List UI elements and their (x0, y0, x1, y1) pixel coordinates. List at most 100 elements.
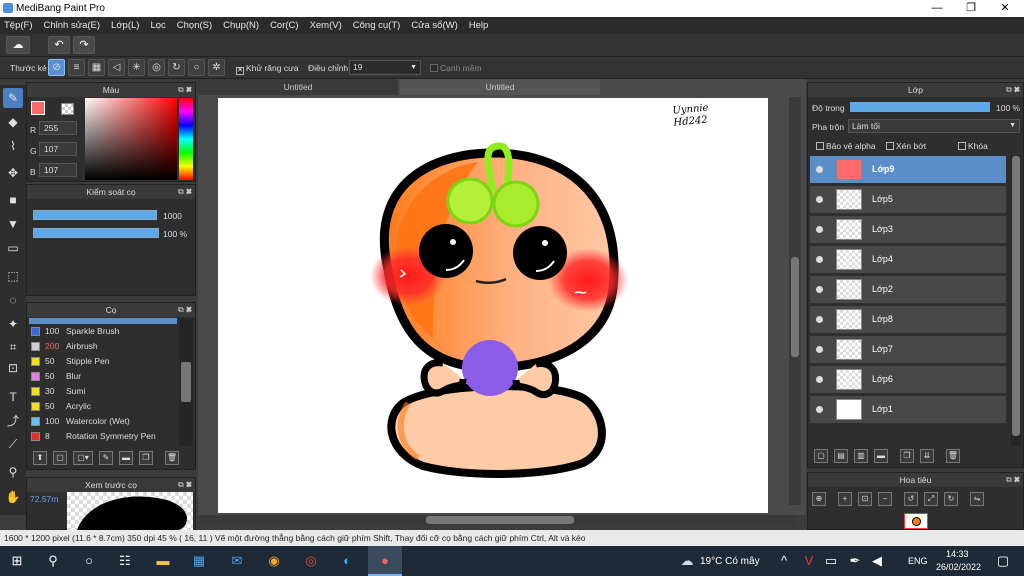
menu-view[interactable]: Xem(V) (310, 20, 342, 31)
scrollbar-thumb[interactable] (181, 362, 191, 402)
concentric-ruler-icon[interactable]: ◎ (148, 59, 165, 76)
new-halftone-layer-icon[interactable]: ▤ (834, 449, 848, 463)
store-icon[interactable]: ▦ (190, 552, 208, 570)
layer-row[interactable]: Lớp9 (810, 156, 1006, 184)
volume-icon[interactable]: ◀ (868, 552, 886, 570)
language-indicator[interactable]: ENG (908, 556, 928, 566)
soft-edge-option[interactable]: Cạnh mềm (430, 63, 482, 73)
gradient-tool-icon[interactable]: ▭ (3, 238, 23, 258)
protect-alpha-option[interactable]: Bảo vệ alpha (816, 141, 876, 151)
bucket-tool-icon[interactable]: ▼ (3, 214, 23, 234)
eraser-tool-icon[interactable]: ◆ (3, 112, 23, 132)
layer-row[interactable]: Lớp2 (810, 276, 1006, 304)
layer-opacity-slider[interactable] (850, 102, 990, 112)
layer-row[interactable]: Lớp8 (810, 306, 1006, 334)
brush-item[interactable]: 30 Sumi (29, 384, 177, 399)
blend-mode-select[interactable]: Làm tối ▼ (848, 119, 1020, 133)
network-icon[interactable]: ▭ (822, 552, 840, 570)
pen-icon[interactable]: ✒ (846, 552, 864, 570)
menu-help[interactable]: Help (469, 20, 489, 31)
visibility-icon[interactable] (816, 166, 823, 173)
eyedropper-tool-icon[interactable]: ⚲ (3, 462, 23, 482)
medibang-taskbar-item[interactable]: ● (368, 546, 402, 576)
ruler-off-icon[interactable]: ⊘ (48, 59, 65, 76)
actual-size-icon[interactable]: ⊡ (858, 492, 872, 506)
layer-row[interactable]: Lớp5 (810, 186, 1006, 214)
g-input[interactable]: 107 (39, 142, 77, 156)
panel-buttons-icon[interactable]: ⧉ ✖ (1006, 83, 1020, 97)
windows-start-icon[interactable]: ⊞ (8, 552, 26, 570)
layer-row[interactable]: Lớp6 (810, 366, 1006, 394)
layer-folder-icon[interactable]: ▬ (874, 449, 888, 463)
panel-buttons-icon[interactable]: ⧉ ✖ (178, 478, 192, 492)
brush-item[interactable]: 200 Airbrush (29, 339, 177, 354)
menu-tools[interactable]: Công cụ(T) (353, 20, 401, 31)
visibility-icon[interactable] (816, 316, 823, 323)
file-explorer-icon[interactable]: ▬ (154, 552, 172, 570)
zoom-icon[interactable]: ⊕ (812, 492, 826, 506)
select-eraser-icon[interactable]: ⊡ (3, 358, 23, 378)
protect-alpha-checkbox[interactable] (816, 142, 824, 150)
brush-item[interactable]: 50 Acrylic (29, 399, 177, 414)
weather-text[interactable]: 19°C Có mây (700, 556, 760, 567)
select-pen-icon[interactable]: ⌗ (3, 337, 23, 357)
brush-size-slider[interactable] (33, 210, 157, 220)
hand-tool-icon[interactable]: ✋ (3, 487, 23, 507)
visibility-icon[interactable] (816, 376, 823, 383)
close-button[interactable]: ✕ (988, 0, 1022, 17)
antialias-option[interactable]: ✕ Khử răng cưa (236, 63, 299, 75)
operation-tool-icon[interactable]: ⤴ (3, 411, 23, 431)
clock-time[interactable]: 14:33 (946, 549, 969, 559)
panel-buttons-icon[interactable]: ⧉ ✖ (178, 185, 192, 199)
cloud-brush-icon[interactable]: ⬆ (33, 451, 47, 465)
redo-icon[interactable]: ↷ (73, 36, 95, 54)
merge-down-icon[interactable]: ⇊ (920, 449, 934, 463)
menu-snap[interactable]: Chụp(N) (223, 20, 259, 31)
drawing-canvas[interactable]: Uynnie Hd242 (218, 98, 768, 513)
edge-icon[interactable]: ◐ (338, 552, 356, 570)
b-input[interactable]: 107 (39, 163, 77, 177)
tab-untitled-1[interactable]: Untitled (198, 79, 398, 95)
brush-item[interactable]: 50 Blur (29, 369, 177, 384)
lock-checkbox[interactable] (958, 142, 966, 150)
panel-buttons-icon[interactable]: ⧉ ✖ (1006, 473, 1020, 487)
duplicate-layer-icon[interactable]: ❐ (900, 449, 914, 463)
menu-layer[interactable]: Lớp(L) (111, 20, 139, 31)
menu-select[interactable]: Chọn(S) (177, 20, 212, 31)
task-view-icon[interactable]: ○ (80, 552, 98, 570)
browser-icon[interactable]: ◉ (265, 552, 283, 570)
brush-item[interactable]: 100 Watercolor (Wet) (29, 414, 177, 429)
lock-option[interactable]: Khóa (958, 141, 988, 151)
clip-option[interactable]: Xén bớt (886, 141, 926, 151)
r-input[interactable]: 255 (39, 121, 77, 135)
brush-list-scrollbar[interactable] (179, 318, 193, 446)
rotate-left-icon[interactable]: ↺ (904, 492, 918, 506)
chevron-up-icon[interactable]: ^ (775, 552, 793, 570)
add-brush-menu-icon[interactable]: ▢▾ (73, 451, 93, 465)
menu-cor[interactable]: Cor(C) (270, 20, 299, 31)
zoom-in-icon[interactable]: + (838, 492, 852, 506)
new-layer-icon[interactable]: ▢ (814, 449, 828, 463)
notification-icon[interactable]: ▢ (994, 552, 1012, 570)
folder-icon[interactable]: ▬ (119, 451, 133, 465)
brush-item[interactable]: 8 Rotation Symmetry Pen (29, 429, 177, 444)
settings-ruler-icon[interactable]: ✲ (208, 59, 225, 76)
navigator-thumbnail[interactable] (904, 513, 928, 529)
antialias-checkbox[interactable]: ✕ (236, 67, 244, 75)
brush-item[interactable]: 50 Stipple Pen (29, 354, 177, 369)
brush-item[interactable]: 100 Sparkle Brush (29, 324, 177, 339)
tab-untitled-2[interactable]: Untitled (400, 79, 600, 95)
brush-opacity-slider[interactable] (33, 228, 159, 238)
scrollbar-thumb[interactable] (791, 257, 799, 357)
foreground-color-swatch[interactable] (31, 101, 45, 115)
visibility-icon[interactable] (816, 196, 823, 203)
adjust-select[interactable]: 19 ▼ (349, 60, 421, 75)
menu-filter[interactable]: Lọc (150, 20, 165, 31)
background-color-swatch[interactable] (61, 103, 74, 115)
visibility-icon[interactable] (816, 256, 823, 263)
visibility-icon[interactable] (816, 226, 823, 233)
brush-tool-icon[interactable]: ✎ (3, 88, 23, 108)
visibility-icon[interactable] (816, 286, 823, 293)
canvas-horizontal-scrollbar[interactable] (198, 515, 796, 525)
chrome-icon[interactable]: ◎ (302, 552, 320, 570)
